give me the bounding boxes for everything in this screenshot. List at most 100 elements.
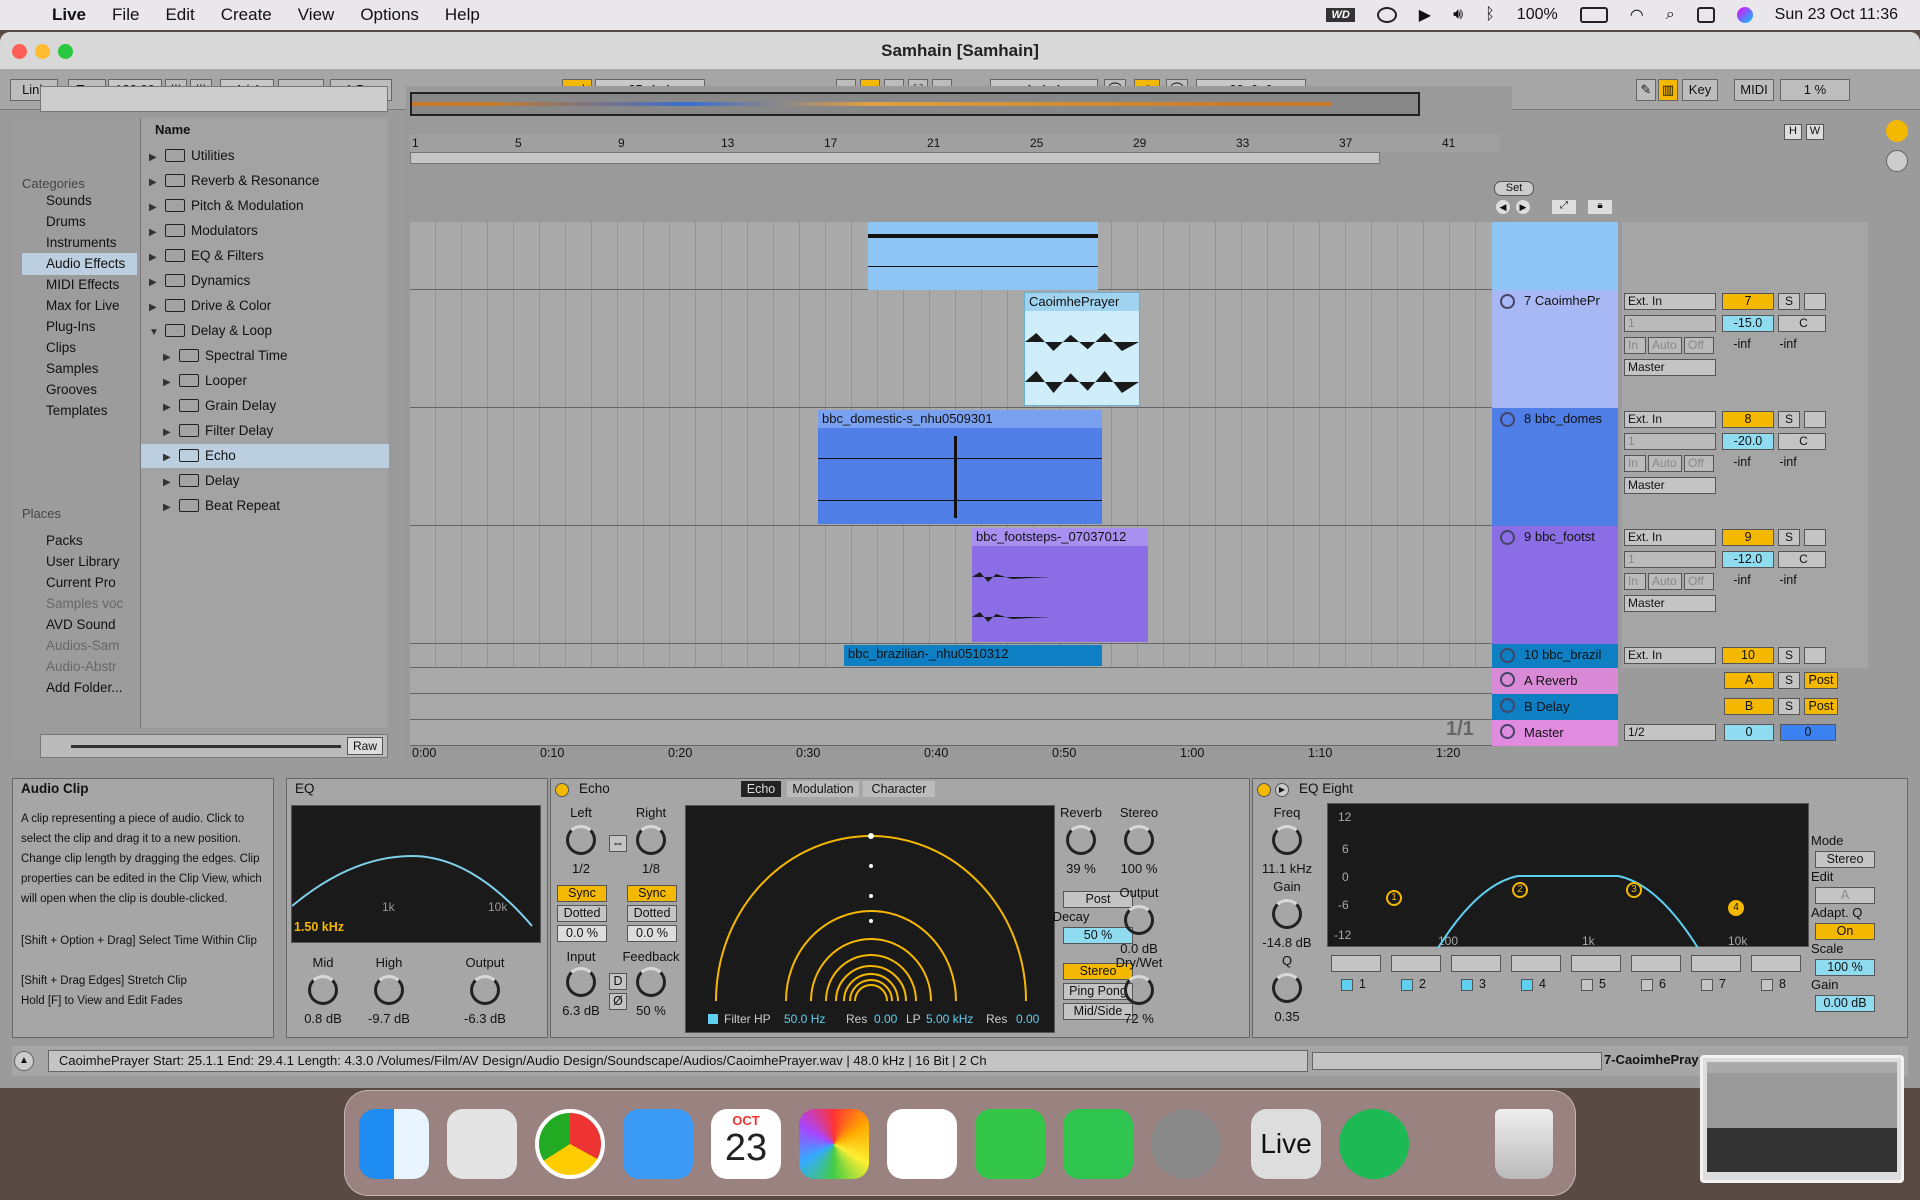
band-7-filter-type[interactable] xyxy=(1691,955,1741,972)
clip-caoimheprayer[interactable]: CaoimhePrayer xyxy=(1024,292,1140,406)
track-header-8[interactable]: 8 bbc_domes xyxy=(1492,408,1618,526)
return-header-a[interactable]: A Reverb xyxy=(1492,668,1618,694)
track-lane-6[interactable] xyxy=(410,222,1492,290)
monitor-off-button[interactable]: Off xyxy=(1684,337,1714,354)
monitor-off-button[interactable]: Off xyxy=(1684,573,1714,590)
wd-icon[interactable]: WD xyxy=(1326,8,1355,22)
place-packs[interactable]: Packs xyxy=(22,530,137,552)
preview-bar[interactable]: Raw xyxy=(40,734,388,758)
facetime-icon[interactable] xyxy=(1063,1109,1133,1179)
place-user-library[interactable]: User Library xyxy=(22,551,137,573)
eq8-node-4[interactable]: 4 xyxy=(1728,900,1744,916)
spotlight-icon[interactable]: ⌕ xyxy=(1666,6,1675,24)
pan-field[interactable]: C xyxy=(1778,315,1826,332)
duck-button[interactable]: D xyxy=(609,973,627,990)
menu-edit[interactable]: Edit xyxy=(165,5,194,25)
filter-hp-value[interactable]: 50.0 Hz xyxy=(784,1012,825,1026)
volume-field[interactable]: -12.0 xyxy=(1722,551,1774,568)
master-volume[interactable]: 0 xyxy=(1724,724,1774,741)
menu-view[interactable]: View xyxy=(298,5,335,25)
arm-icon[interactable] xyxy=(1804,293,1826,310)
solo-button[interactable]: S xyxy=(1778,293,1800,310)
place-audios-sam[interactable]: Audios-Sam xyxy=(22,635,137,657)
adapt-q-button[interactable]: On xyxy=(1815,923,1875,940)
wifi-icon[interactable]: ◠ xyxy=(1630,5,1644,25)
category-plug-ins[interactable]: Plug-Ins xyxy=(22,316,137,338)
band-6-filter-type[interactable] xyxy=(1631,955,1681,972)
band-6-toggle[interactable] xyxy=(1641,979,1653,991)
menu-file[interactable]: File xyxy=(112,5,139,25)
menu-help[interactable]: Help xyxy=(445,5,480,25)
eq8-display[interactable]: 12 6 0 -6 -12 100 1k 10k 1 2 3 4 xyxy=(1327,803,1809,948)
return-solo-button[interactable]: S xyxy=(1778,672,1800,689)
creative-cloud-icon[interactable] xyxy=(1376,7,1397,23)
solo-button[interactable]: S xyxy=(1778,529,1800,546)
output-select[interactable]: Master xyxy=(1624,359,1716,376)
expand-icon[interactable]: ▶ xyxy=(163,421,173,445)
eq-display[interactable]: 1k 10k 1.50 kHz xyxy=(291,805,541,943)
expand-icon[interactable]: ▶ xyxy=(149,196,159,220)
folder-reverb-resonance[interactable]: ▶ Reverb & Resonance xyxy=(149,169,389,193)
track-header-9[interactable]: 9 bbc_footst xyxy=(1492,526,1618,644)
return-solo-button[interactable]: S xyxy=(1778,698,1800,715)
system-preferences-icon[interactable] xyxy=(1151,1109,1221,1179)
filter-lp-value[interactable]: 5.00 kHz xyxy=(926,1012,973,1026)
launchpad-icon[interactable] xyxy=(447,1109,517,1179)
category-clips[interactable]: Clips xyxy=(22,337,137,359)
track-header-10[interactable]: 10 bbc_brazil xyxy=(1492,644,1618,668)
arm-icon[interactable] xyxy=(1804,411,1826,428)
place-add-folder-[interactable]: Add Folder... xyxy=(22,677,137,699)
solo-button[interactable]: S xyxy=(1778,647,1800,664)
filter-toggle-icon[interactable] xyxy=(708,1014,718,1024)
volume-icon[interactable]: 🔊︎ xyxy=(1453,6,1463,24)
subfolder-filter-delay[interactable]: ▶ Filter Delay xyxy=(141,419,389,443)
trash-icon[interactable] xyxy=(1495,1109,1553,1179)
band-2-toggle[interactable] xyxy=(1401,979,1413,991)
arm-icon[interactable] xyxy=(1804,647,1826,664)
eq8-play-icon[interactable]: ▶ xyxy=(1275,783,1289,797)
master-header[interactable]: Master xyxy=(1492,720,1618,746)
track-lane-10[interactable]: bbc_brazilian-_nhu0510312 xyxy=(410,644,1492,668)
return-lane-a[interactable] xyxy=(410,668,1492,694)
echo-device[interactable]: Echo Echo Modulation Character Left 1/2 … xyxy=(550,778,1250,1038)
category-max-for-live[interactable]: Max for Live xyxy=(22,295,137,317)
cue-out-select[interactable]: 1/2 xyxy=(1624,724,1716,741)
folder-dynamics[interactable]: ▶ Dynamics xyxy=(149,269,389,293)
monitor-auto-button[interactable]: Auto xyxy=(1648,455,1682,472)
bluetooth-icon[interactable]: ᛒ xyxy=(1485,6,1495,24)
expand-icon[interactable]: ▶ xyxy=(149,296,159,320)
right-sync-button[interactable]: Sync xyxy=(627,885,677,902)
volume-field[interactable]: -15.0 xyxy=(1722,315,1774,332)
resize-icon[interactable]: ⤢ xyxy=(1552,200,1576,214)
set-button[interactable]: Set xyxy=(1494,181,1534,196)
monitor-auto-button[interactable]: Auto xyxy=(1648,573,1682,590)
key-map-button[interactable]: Key xyxy=(1682,79,1718,101)
monitor-in-button[interactable]: In xyxy=(1624,337,1646,354)
category-templates[interactable]: Templates xyxy=(22,400,137,422)
category-sounds[interactable]: Sounds xyxy=(22,190,137,212)
input-channel-select[interactable]: 1 xyxy=(1624,315,1716,332)
pingpong-mode-button[interactable]: Ping Pong xyxy=(1063,983,1133,1000)
monitor-off-button[interactable]: Off xyxy=(1684,455,1714,472)
nav-right-icon[interactable]: ▶ xyxy=(1516,200,1530,214)
category-drums[interactable]: Drums xyxy=(22,211,137,233)
control-center-icon[interactable] xyxy=(1696,7,1715,23)
folder-pitch-modulation[interactable]: ▶ Pitch & Modulation xyxy=(149,194,389,218)
w-button[interactable]: W xyxy=(1806,124,1824,140)
raw-button[interactable]: Raw xyxy=(347,737,383,755)
expand-icon[interactable]: ▶ xyxy=(163,371,173,395)
screenshot-thumbnail[interactable] xyxy=(1700,1055,1904,1183)
clip-previous[interactable] xyxy=(868,222,1098,290)
volume-field[interactable]: -20.0 xyxy=(1722,433,1774,450)
folder-drive-color[interactable]: ▶ Drive & Color xyxy=(149,294,389,318)
band-4-toggle[interactable] xyxy=(1521,979,1533,991)
menu-options[interactable]: Options xyxy=(360,5,419,25)
output-select[interactable]: Master xyxy=(1624,477,1716,494)
expand-icon[interactable]: ▶ xyxy=(149,271,159,295)
output-select[interactable]: Master xyxy=(1624,595,1716,612)
expand-icon[interactable]: ▶ xyxy=(149,221,159,245)
subfolder-echo[interactable]: ▶ Echo xyxy=(141,444,389,468)
input-type-select[interactable]: Ext. In xyxy=(1624,647,1716,664)
folder-utilities[interactable]: ▶ Utilities xyxy=(149,144,389,168)
band-1-toggle[interactable] xyxy=(1341,979,1353,991)
